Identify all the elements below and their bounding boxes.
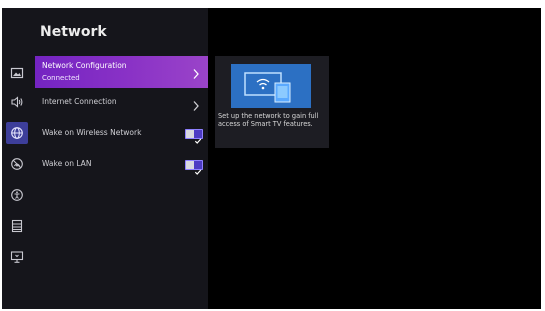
- wake-on-lan-item[interactable]: Wake on LAN: [35, 150, 208, 180]
- check-icon: [194, 161, 202, 175]
- sound-icon[interactable]: [6, 91, 28, 113]
- support-icon[interactable]: [6, 246, 28, 268]
- wake-on-lan-toggle[interactable]: [185, 160, 203, 175]
- info-card: Set up the network to gain full access o…: [215, 56, 329, 148]
- page-title: Network: [40, 24, 107, 40]
- chevron-right-icon: [192, 65, 200, 79]
- wake-on-wireless-item[interactable]: Wake on Wireless Network: [35, 119, 208, 149]
- tv-screen: Network Network Configuration Connected …: [2, 8, 541, 309]
- network-configuration-status: Connected: [42, 74, 80, 82]
- internet-connection-item[interactable]: Internet Connection: [35, 88, 208, 118]
- toggle-knob: [186, 130, 194, 138]
- network-configuration-label: Network Configuration: [42, 61, 127, 70]
- accessibility-icon[interactable]: [6, 184, 28, 206]
- wake-on-wireless-label: Wake on Wireless Network: [42, 128, 142, 137]
- wake-on-wireless-toggle[interactable]: [185, 129, 203, 144]
- network-globe-icon[interactable]: [6, 122, 28, 144]
- system-icon[interactable]: [6, 215, 28, 237]
- broadcast-icon[interactable]: [6, 153, 28, 175]
- toggle-knob: [186, 161, 194, 169]
- picture-icon[interactable]: [6, 62, 28, 84]
- wake-on-lan-label: Wake on LAN: [42, 159, 92, 168]
- internet-connection-label: Internet Connection: [42, 97, 117, 106]
- check-icon: [194, 130, 202, 144]
- network-configuration-item[interactable]: Network Configuration Connected: [35, 56, 208, 88]
- chevron-right-icon: [192, 97, 200, 111]
- info-description: Set up the network to gain full access o…: [218, 112, 319, 128]
- network-illustration: [231, 64, 311, 108]
